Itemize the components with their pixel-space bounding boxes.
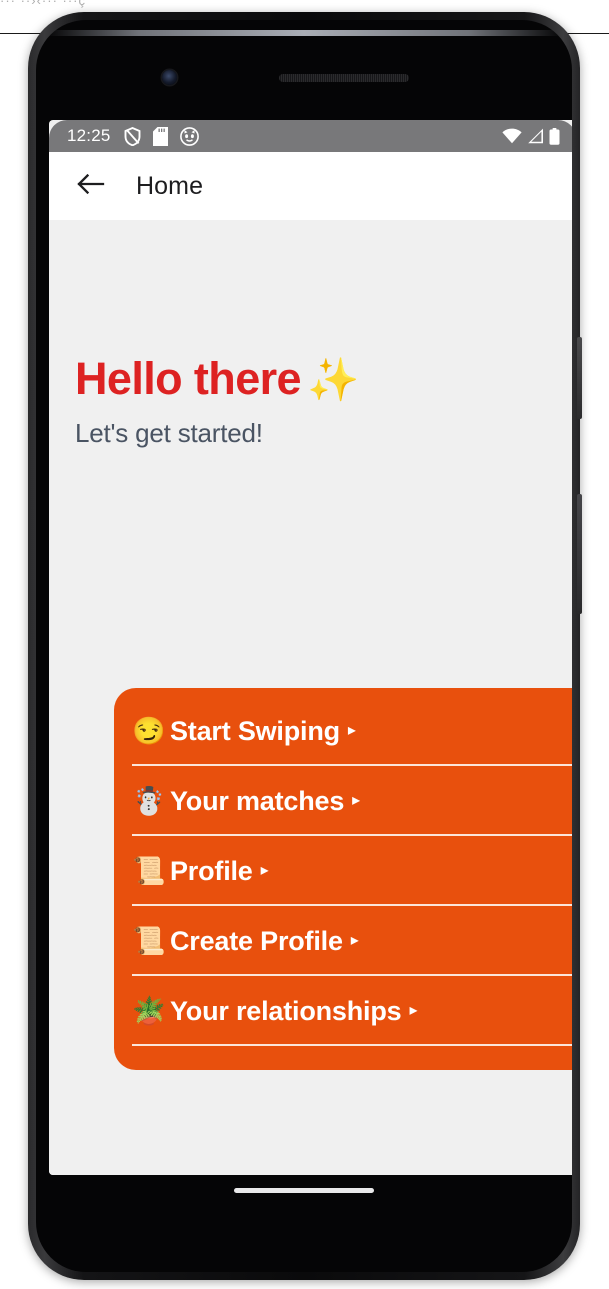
battery-icon <box>549 127 560 145</box>
chevron-right-icon: ▸ <box>409 1002 418 1019</box>
menu-item-create-profile[interactable]: 📜 Create Profile ▸ <box>114 906 572 976</box>
chevron-right-icon: ▸ <box>347 722 356 739</box>
menu-item-your-matches[interactable]: ☃️ Your matches ▸ <box>114 766 572 836</box>
page-title: Home <box>136 171 204 200</box>
shield-icon <box>124 126 141 146</box>
status-bar-clock: 12:25 <box>67 126 111 145</box>
menu-item-label: Start Swiping <box>170 715 340 746</box>
front-camera-icon <box>162 70 177 85</box>
menu-card: 😏 Start Swiping ▸ ☃️ Your matches ▸ 📜 Pr… <box>114 688 572 1070</box>
cat-face-icon <box>179 126 199 146</box>
app-bar: Home <box>49 152 572 220</box>
bezel-highlight <box>46 30 562 36</box>
volume-rocker[interactable] <box>577 494 582 614</box>
cellular-signal-icon <box>527 128 544 144</box>
smirking-face-icon: 😏 <box>132 715 166 746</box>
hero-heading-text: Hello there <box>75 353 302 404</box>
back-button[interactable] <box>71 166 111 206</box>
scroll-icon: 📜 <box>132 855 166 886</box>
wifi-icon <box>502 128 522 144</box>
sd-card-icon <box>152 126 168 146</box>
chevron-right-icon: ▸ <box>352 792 361 809</box>
menu-item-label: Profile <box>170 855 253 886</box>
hero-subtitle: Let's get started! <box>75 418 263 449</box>
main-content: Hello there ✨ Let's get started! 😏 Start … <box>49 220 572 1175</box>
phone-bezel: 12:25 Home Hello there ✨ Let's get start… <box>36 20 572 1272</box>
menu-item-profile[interactable]: 📜 Profile ▸ <box>114 836 572 906</box>
sparkles-icon: ✨ <box>306 356 359 403</box>
snowman-icon: ☃️ <box>132 785 166 816</box>
hero-section: Hello there ✨ Let's get started! <box>49 220 572 449</box>
back-arrow-icon <box>77 172 105 201</box>
potted-plant-icon: 🪴 <box>132 995 166 1026</box>
phone-screen: 12:25 Home Hello there ✨ Let's get start… <box>49 120 572 1175</box>
scroll-icon: 📜 <box>132 925 166 956</box>
status-bar-left-icons <box>124 126 199 146</box>
home-gesture-pill[interactable] <box>234 1188 374 1193</box>
status-bar: 12:25 <box>49 120 572 152</box>
menu-item-label: Your relationships <box>170 995 402 1026</box>
menu-item-label: Your matches <box>170 785 345 816</box>
hero-heading: Hello there ✨ <box>75 355 572 402</box>
background-cut-text: ··· ··›‹··· ···ç <box>0 0 87 8</box>
chevron-right-icon: ▸ <box>260 862 269 879</box>
menu-item-start-swiping[interactable]: 😏 Start Swiping ▸ <box>114 696 572 766</box>
power-button[interactable] <box>577 337 582 419</box>
menu-item-your-relationships[interactable]: 🪴 Your relationships ▸ <box>114 976 572 1046</box>
status-bar-right-icons <box>502 127 560 145</box>
phone-device-frame: 12:25 Home Hello there ✨ Let's get start… <box>28 12 582 1280</box>
earpiece-speaker <box>279 74 409 82</box>
chevron-right-icon: ▸ <box>350 932 359 949</box>
menu-item-label: Create Profile <box>170 925 343 956</box>
